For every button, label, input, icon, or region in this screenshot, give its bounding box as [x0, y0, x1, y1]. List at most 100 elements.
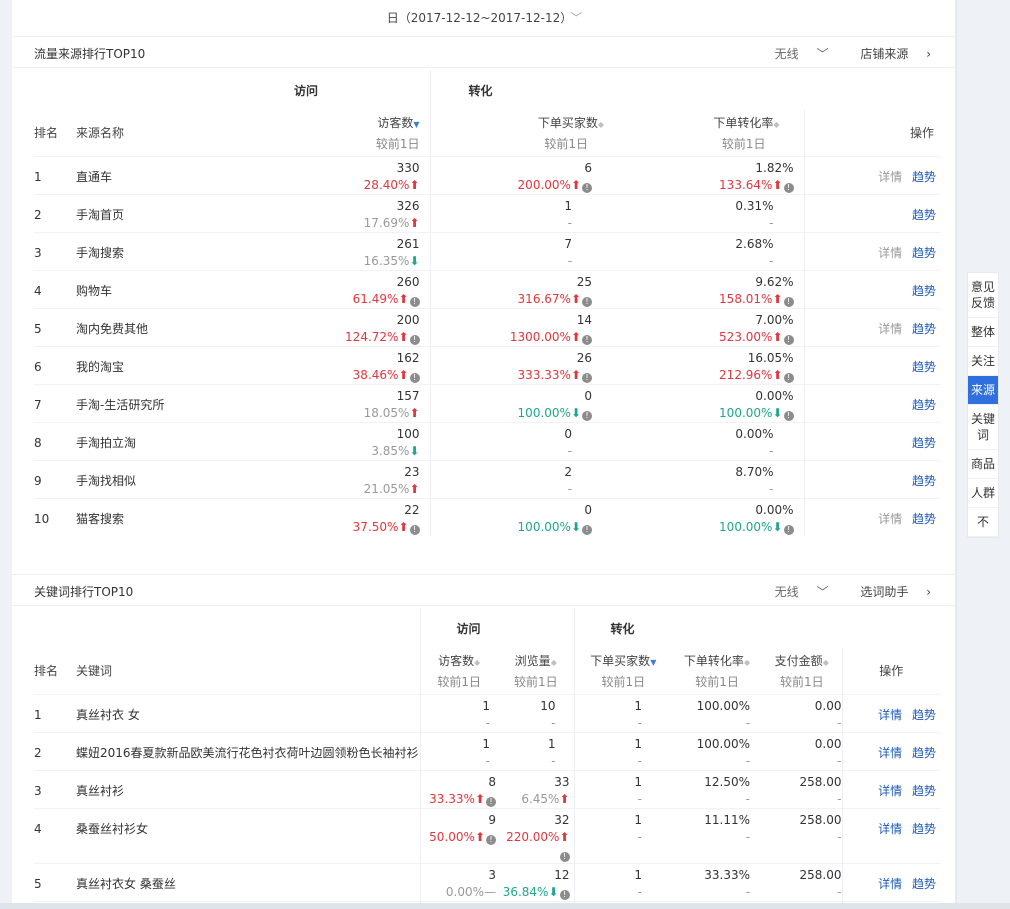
trend-link[interactable]: 趋势	[912, 784, 936, 798]
arrow-up-icon: ⬆	[409, 177, 420, 192]
info-icon[interactable]: !	[582, 182, 592, 193]
detail-link[interactable]: 详情	[878, 822, 902, 836]
trend-link[interactable]: 趋势	[912, 322, 936, 336]
scrollbar-track[interactable]	[955, 0, 957, 909]
info-icon[interactable]: !	[783, 410, 794, 421]
info-icon[interactable]: !	[582, 296, 592, 307]
info-icon[interactable]: !	[486, 796, 496, 807]
col-buyers[interactable]: 下单买家数▼ 较前1日	[573, 648, 673, 694]
metric-value: 12.50%	[704, 774, 751, 789]
info-icon[interactable]: !	[783, 296, 794, 307]
metric-value: 23	[404, 464, 420, 479]
traffic-section-controls: 无线 ﹀ 店铺来源 ›	[747, 45, 931, 62]
trend-link[interactable]: 趋势	[912, 746, 936, 760]
sort-desc-icon[interactable]: ▼	[650, 658, 656, 667]
device-dropdown[interactable]: 无线 ﹀	[761, 585, 829, 599]
detail-link[interactable]: 详情	[878, 322, 902, 336]
detail-link[interactable]: 详情	[878, 170, 902, 184]
sidebar-item[interactable]: 整体	[968, 318, 998, 347]
sidebar-item[interactable]: 关键词	[968, 405, 998, 450]
keyword-helper-link[interactable]: 选词助手 ›	[846, 585, 931, 599]
metric-value: 10	[540, 698, 556, 713]
col-rank: 排名	[34, 664, 59, 679]
sort-icon[interactable]: ◆	[773, 120, 779, 129]
sort-desc-icon[interactable]: ▼	[413, 120, 419, 129]
sidebar-item[interactable]: 不	[968, 508, 998, 537]
metric-cell: 8.70% -	[604, 459, 804, 498]
trend-link[interactable]: 趋势	[912, 877, 936, 891]
trend-link[interactable]: 趋势	[912, 284, 936, 298]
info-icon[interactable]: !	[582, 334, 592, 345]
sort-icon[interactable]: ◆	[598, 120, 604, 129]
trend-link[interactable]: 趋势	[912, 512, 936, 526]
sort-icon[interactable]: ◆	[744, 658, 750, 667]
trend-link[interactable]: 趋势	[912, 398, 936, 412]
keyword-cell: 真丝衬衫	[76, 769, 420, 808]
sort-icon[interactable]: ◆	[823, 658, 829, 667]
info-icon[interactable]: !	[783, 334, 794, 345]
compare-label: 较前1日	[779, 674, 824, 689]
date-selector[interactable]: 日（2017-12-12~2017-12-12） ﹀	[12, 0, 957, 36]
sidebar-item[interactable]: 意见反馈	[968, 273, 998, 318]
detail-link[interactable]: 详情	[878, 746, 902, 760]
device-dropdown[interactable]: 无线 ﹀	[761, 47, 829, 61]
info-icon[interactable]: !	[582, 410, 592, 421]
info-icon[interactable]: !	[559, 851, 570, 862]
compare-label: 较前1日	[437, 674, 482, 689]
info-icon[interactable]: !	[783, 182, 794, 193]
arrow-up-icon: ⬆	[772, 177, 783, 192]
group-visit-label: 访问	[294, 83, 319, 98]
detail-link[interactable]: 详情	[878, 708, 902, 722]
col-visitors[interactable]: 访客数◆ 较前1日	[419, 648, 498, 694]
info-icon[interactable]: !	[783, 372, 794, 383]
col-buyers[interactable]: 下单买家数◆ 较前1日	[429, 110, 604, 156]
metric-change: -	[769, 253, 774, 268]
sort-icon[interactable]: ◆	[551, 658, 557, 667]
sidebar-item[interactable]: 关注	[968, 347, 998, 376]
arrow-up-icon: ⬆	[570, 329, 581, 344]
sidebar-item[interactable]: 来源	[968, 376, 998, 405]
trend-link[interactable]: 趋势	[912, 170, 936, 184]
col-views[interactable]: 浏览量◆ 较前1日	[498, 648, 574, 694]
metric-change: 100.00%	[719, 519, 773, 534]
arrow-up-icon: ⬆	[409, 405, 420, 420]
metric-cell: 0.00 -	[762, 731, 843, 770]
info-icon[interactable]: !	[409, 296, 420, 307]
info-icon[interactable]: !	[409, 334, 420, 345]
metric-change: 0.00%	[445, 884, 484, 899]
info-icon[interactable]: !	[559, 889, 570, 900]
metric-cell: 23 21.05%⬆	[256, 459, 430, 498]
arrow-up-icon: ⬆	[772, 367, 783, 382]
detail-link[interactable]: 详情	[878, 877, 902, 891]
metric-cell: 3 0.00%—	[419, 862, 498, 901]
arrow-up-icon: ⬆	[398, 291, 409, 306]
detail-link[interactable]: 详情	[878, 784, 902, 798]
col-rate[interactable]: 下单转化率◆ 较前1日	[604, 110, 804, 156]
detail-link[interactable]: 详情	[878, 246, 902, 260]
trend-link[interactable]: 趋势	[912, 474, 936, 488]
info-icon[interactable]: !	[783, 524, 794, 535]
col-visitors[interactable]: 访客数▼ 较前1日	[256, 110, 430, 156]
col-rate[interactable]: 下单转化率◆ 较前1日	[672, 648, 762, 694]
arrow-up-icon: ⬆	[398, 519, 409, 534]
info-icon[interactable]: !	[486, 834, 496, 845]
info-icon[interactable]: !	[582, 524, 592, 535]
metric-cell: 0 100.00%⬇!	[429, 497, 604, 536]
trend-link[interactable]: 趋势	[912, 246, 936, 260]
col-amount[interactable]: 支付金额◆ 较前1日	[762, 648, 842, 694]
sort-icon[interactable]: ◆	[474, 658, 480, 667]
metric-value: 12	[554, 867, 570, 882]
trend-link[interactable]: 趋势	[912, 208, 936, 222]
info-icon[interactable]: !	[409, 524, 420, 535]
trend-link[interactable]: 趋势	[912, 708, 936, 722]
trend-link[interactable]: 趋势	[912, 822, 936, 836]
info-icon[interactable]: !	[409, 372, 420, 383]
trend-link[interactable]: 趋势	[912, 360, 936, 374]
shop-source-link[interactable]: 店铺来源 ›	[846, 47, 931, 61]
sidebar-item[interactable]: 商品	[968, 450, 998, 479]
detail-link[interactable]: 详情	[878, 512, 902, 526]
trend-link[interactable]: 趋势	[912, 436, 936, 450]
info-icon[interactable]: !	[582, 372, 592, 383]
sidebar-item[interactable]: 人群	[968, 479, 998, 508]
metric-change: -	[837, 715, 842, 730]
